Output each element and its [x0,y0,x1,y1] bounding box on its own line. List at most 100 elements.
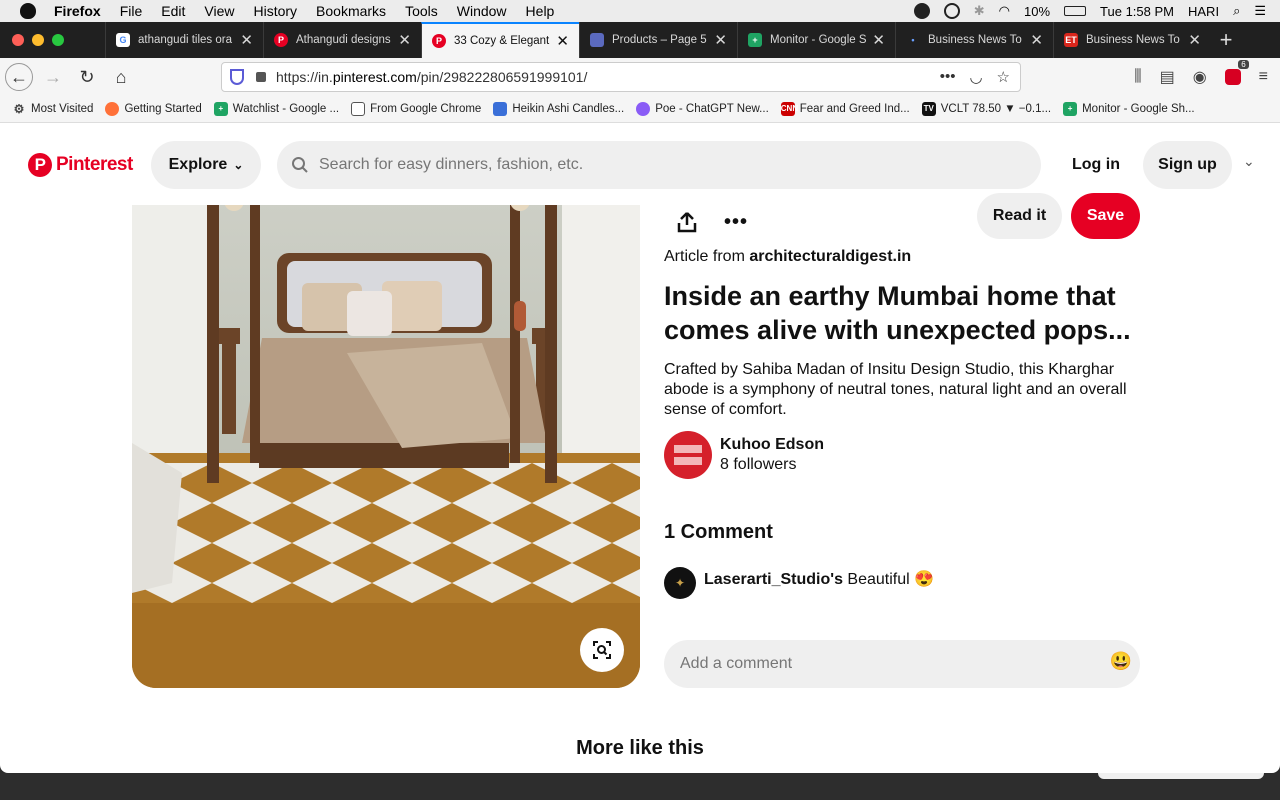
login-button[interactable]: Log in [1062,141,1130,189]
tab-business-news-1[interactable]: • Business News To ✕ [895,22,1053,58]
equal-sign-bottom [674,457,702,465]
menu-edit[interactable]: Edit [161,3,185,19]
bookmark-from-chrome[interactable]: From Google Chrome [351,102,481,116]
bluetooth-icon[interactable]: ✱ [974,3,985,19]
article-source-link[interactable]: architecturaldigest.in [749,248,911,265]
home-button[interactable]: ⌂ [107,63,135,91]
share-button[interactable] [676,211,698,239]
bookmark-label: From Google Chrome [370,103,482,115]
url-text[interactable]: https://in.pinterest.com/pin/29822280659… [276,69,587,85]
bookmark-label: Getting Started [124,103,202,115]
menu-view[interactable]: View [204,3,234,19]
bookmark-fear-greed[interactable]: CNN Fear and Greed Ind... [780,102,910,116]
et-icon: ET [1064,33,1078,47]
explore-button[interactable]: Explore ⌄ [151,141,261,189]
library-icon[interactable]: ⫼ [1134,68,1141,86]
close-tab-icon[interactable]: ✕ [1030,31,1043,49]
cnn-icon: CNN [780,102,798,116]
bookmark-most-visited[interactable]: ⚙ Most Visited [12,102,94,116]
bookmark-vclt[interactable]: TV VCLT 78.50 ▼ −0.1... [921,102,1051,116]
close-tab-icon[interactable]: ✕ [714,31,727,49]
bookmark-watchlist[interactable]: + Watchlist - Google ... [213,102,339,116]
pocket-icon[interactable]: ◡ [969,68,982,86]
comments-heading[interactable]: 1 Comment [664,521,773,544]
address-bar[interactable]: https://in.pinterest.com/pin/29822280659… [221,62,1021,92]
hamburger-menu-icon[interactable]: ≡ [1259,68,1268,86]
ublock-icon[interactable]: 6 [1224,60,1249,85]
bookmark-label: Most Visited [31,103,94,115]
visual-search-button[interactable] [580,628,624,672]
menu-file[interactable]: File [120,3,143,19]
zoom-window-icon[interactable] [52,34,64,46]
lens-search-icon [593,641,611,659]
bookmark-getting-started[interactable]: Getting Started [105,102,202,116]
wifi-icon[interactable]: ◠ [999,3,1010,19]
more-options-icon[interactable]: ••• [724,211,748,234]
commenter-avatar[interactable]: ✦ [664,567,696,599]
menu-help[interactable]: Help [526,3,555,19]
battery-icon[interactable] [1064,6,1087,16]
malwarebytes-icon[interactable] [913,3,930,19]
tab-cozy-elegant[interactable]: P 33 Cozy & Elegant ✕ [421,22,579,58]
back-button[interactable]: ← [5,63,33,91]
close-tab-icon[interactable]: ✕ [1188,31,1201,49]
close-tab-icon[interactable]: ✕ [398,31,411,49]
account-icon[interactable]: ◉ [1193,67,1207,87]
lock-icon[interactable] [256,72,266,82]
close-tab-icon[interactable]: ✕ [872,31,885,49]
menu-window[interactable]: Window [457,3,507,19]
close-tab-icon[interactable]: ✕ [556,32,569,50]
sidebar-icon[interactable]: ▤ [1160,67,1175,87]
signup-button[interactable]: Sign up [1143,141,1232,189]
forward-button[interactable]: → [39,63,67,91]
add-comment-input[interactable]: Add a comment 😃 [664,640,1140,688]
bookmark-star-icon[interactable]: ☆ [997,68,1010,86]
apple-logo-icon[interactable] [20,3,36,19]
chevron-down-icon[interactable]: ⌄ [1243,153,1255,170]
spotlight-search-icon[interactable]: ⌕ [1233,3,1240,19]
tab-athangudi-designs[interactable]: P Athangudi designs ✕ [263,22,421,58]
tab-title: Business News To [928,34,1022,46]
menu-history[interactable]: History [253,3,297,19]
record-icon[interactable] [943,3,960,19]
bookmark-monitor[interactable]: + Monitor - Google Sh... [1063,102,1195,116]
add-comment-placeholder: Add a comment [680,655,793,672]
control-center-icon[interactable]: ☰ [1254,3,1266,19]
url-prefix: https://in. [276,69,333,85]
save-button[interactable]: Save [1071,193,1140,239]
pinterest-logo[interactable]: P Pinterest [28,153,133,177]
user-name[interactable]: HARI [1188,4,1219,19]
search-input[interactable]: Search for easy dinners, fashion, etc. [277,141,1041,189]
close-window-icon[interactable] [12,34,24,46]
menu-tools[interactable]: Tools [405,3,438,19]
close-tab-icon[interactable]: ✕ [240,31,253,49]
browser-tab-bar: G athangudi tiles ora ✕ P Athangudi desi… [0,22,1280,58]
reload-button[interactable]: ↻ [73,63,101,91]
tab-business-news-2[interactable]: ET Business News To ✕ [1053,22,1211,58]
tab-title: Athangudi designs [296,34,391,46]
author-name[interactable]: Kuhoo Edson [720,436,824,454]
author-avatar[interactable] [664,431,712,479]
gear-icon: ⚙ [13,102,25,116]
menu-app-name[interactable]: Firefox [54,3,101,19]
tab-monitor-sheet[interactable]: + Monitor - Google S ✕ [737,22,895,58]
emoji-picker-button[interactable]: 😃 [1110,651,1132,672]
tab-athangudi-tiles[interactable]: G athangudi tiles ora ✕ [105,22,263,58]
url-path: /pin/298222806591999101/ [416,69,588,85]
tab-products[interactable]: Products – Page 5 ✕ [579,22,737,58]
menu-bookmarks[interactable]: Bookmarks [316,3,386,19]
page-actions-icon[interactable]: ••• [940,68,956,86]
macos-menubar: Firefox File Edit View History Bookmarks… [0,0,1280,22]
read-it-button[interactable]: Read it [977,193,1062,239]
bookmark-poe[interactable]: Poe - ChatGPT New... [636,102,769,116]
chevron-down-icon: ⌄ [233,158,244,172]
bookmark-heikin-ashi[interactable]: Heikin Ashi Candles... [493,102,624,116]
clock[interactable]: Tue 1:58 PM [1100,4,1174,19]
pin-image[interactable] [132,163,640,688]
new-tab-button[interactable]: + [1211,22,1241,58]
tracking-protection-icon[interactable] [230,69,244,85]
commenter-name[interactable]: Laserarti_Studio's [704,571,843,588]
pin-title[interactable]: Inside an earthy Mumbai home that comes … [664,279,1144,347]
minimize-window-icon[interactable] [32,34,44,46]
tab-title: Monitor - Google S [770,34,867,46]
